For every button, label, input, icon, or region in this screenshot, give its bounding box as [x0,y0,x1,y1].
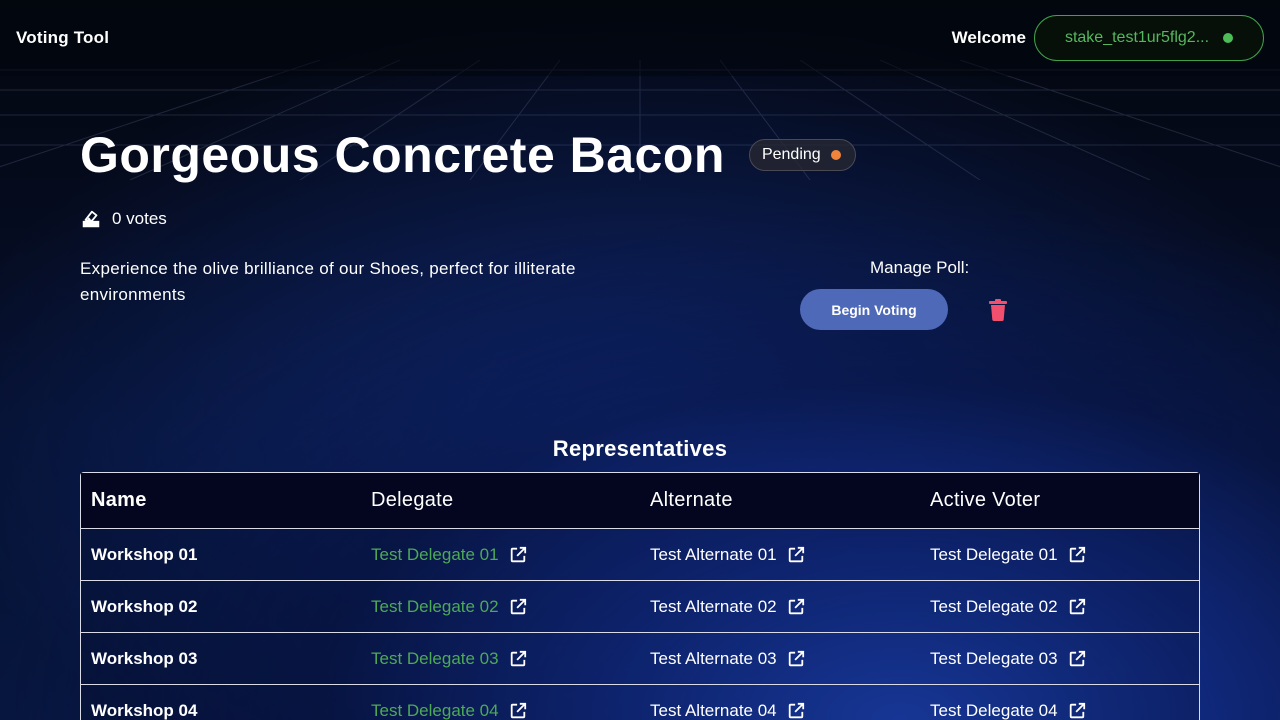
active-voter-cell: Test Delegate 01 [920,545,1199,565]
active-voter-cell: Test Delegate 02 [920,597,1199,617]
wallet-button[interactable]: stake_test1ur5flg2... [1034,15,1264,61]
alternate-cell: Test Alternate 01 [640,545,920,565]
table-row: Workshop 01 Test Delegate 01 Test Altern… [81,529,1199,581]
alternate-link[interactable]: Test Alternate 04 [650,701,777,720]
external-link-icon[interactable] [509,598,527,616]
ballot-box-icon [82,210,100,228]
workshop-name: Workshop 01 [91,544,198,564]
external-link-icon[interactable] [509,546,527,564]
vote-count: 0 votes [80,208,167,230]
header-right: Welcome stake_test1ur5flg2... [952,15,1264,61]
active-voter-cell: Test Delegate 04 [920,701,1199,720]
table-header: Name Delegate Alternate Active Voter [81,473,1199,529]
top-bar: Voting Tool Welcome stake_test1ur5flg2..… [0,0,1280,76]
delegate-cell: Test Delegate 03 [361,649,640,669]
external-link-icon[interactable] [787,702,805,720]
external-link-icon[interactable] [1068,702,1086,720]
external-link-icon[interactable] [787,598,805,616]
delegate-link[interactable]: Test Delegate 01 [371,545,499,565]
external-link-icon[interactable] [509,650,527,668]
delegate-link[interactable]: Test Delegate 04 [371,701,499,720]
representatives-table: Name Delegate Alternate Active Voter Wor… [80,472,1200,720]
delegate-cell: Test Delegate 02 [361,597,640,617]
delegate-cell: Test Delegate 04 [361,701,640,720]
column-header-name: Name [91,489,147,511]
app-title[interactable]: Voting Tool [16,28,109,48]
representatives-heading: Representatives [552,436,728,461]
wallet-address: stake_test1ur5flg2... [1064,29,1210,46]
column-header-delegate: Delegate [371,489,454,511]
table-row: Workshop 03 Test Delegate 03 Test Altern… [81,633,1199,685]
delegate-link[interactable]: Test Delegate 02 [371,597,499,617]
poll-title-row: Gorgeous Concrete Bacon Pending [80,126,856,184]
begin-voting-button[interactable]: Begin Voting [800,289,948,330]
status-badge: Pending [748,139,856,171]
workshop-name: Workshop 04 [91,700,198,720]
welcome-text: Welcome [951,28,1026,47]
external-link-icon[interactable] [1068,598,1086,616]
poll-description: Experience the olive brilliance of our S… [80,259,576,304]
status-label: Pending [761,146,821,163]
delegate-link[interactable]: Test Delegate 03 [371,649,499,669]
workshop-name: Workshop 02 [91,596,198,616]
active-voter-cell: Test Delegate 03 [920,649,1199,669]
external-link-icon[interactable] [509,702,527,720]
external-link-icon[interactable] [787,650,805,668]
active-voter-link[interactable]: Test Delegate 01 [930,545,1058,565]
external-link-icon[interactable] [787,546,805,564]
external-link-icon[interactable] [1068,546,1086,564]
alternate-link[interactable]: Test Alternate 03 [650,649,777,669]
table-row: Workshop 04 Test Delegate 04 Test Altern… [81,685,1199,720]
column-header-alternate: Alternate [650,489,733,511]
delegate-cell: Test Delegate 01 [361,545,640,565]
trash-icon[interactable] [988,299,1008,321]
column-header-active-voter: Active Voter [930,489,1041,511]
active-voter-link[interactable]: Test Delegate 04 [930,701,1058,720]
active-voter-link[interactable]: Test Delegate 03 [930,649,1058,669]
alternate-link[interactable]: Test Alternate 02 [650,597,777,617]
connected-dot-icon [1223,33,1234,43]
alternate-link[interactable]: Test Alternate 01 [650,545,777,565]
table-row: Workshop 02 Test Delegate 02 Test Altern… [81,581,1199,633]
active-voter-link[interactable]: Test Delegate 02 [930,597,1058,617]
votes-text: 0 votes [112,209,167,228]
status-dot-icon [830,150,841,160]
workshop-name: Workshop 03 [91,648,198,668]
external-link-icon[interactable] [1068,650,1086,668]
poll-title: Gorgeous Concrete Bacon [80,127,725,183]
alternate-cell: Test Alternate 04 [640,701,920,720]
alternate-cell: Test Alternate 03 [640,649,920,669]
manage-poll-label: Manage Poll: [870,258,970,277]
alternate-cell: Test Alternate 02 [640,597,920,617]
